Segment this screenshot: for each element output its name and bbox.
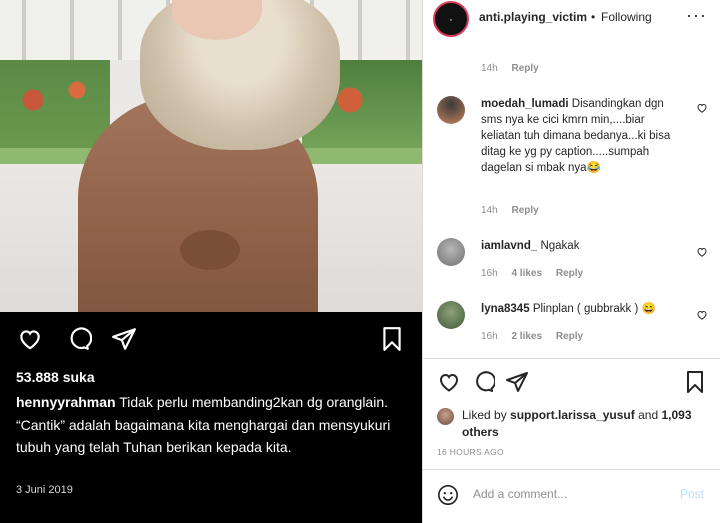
post-date: 3 Juni 2019 [16, 484, 73, 496]
header-separator: • [591, 10, 596, 24]
comment-item: lyna8345 Plinplan ( gubbrakk ) 😄 [437, 301, 707, 331]
comment-likes[interactable]: 4 likes [511, 268, 542, 279]
comment-time: 14h [481, 63, 498, 74]
comment-text: moedah_lumadi Disandingkan dgn sms nya k… [481, 98, 671, 174]
post-photo[interactable] [0, 0, 422, 312]
liker-avatar[interactable] [437, 408, 454, 425]
comment-meta: 14h Reply [481, 63, 550, 74]
heart-icon[interactable] [437, 370, 461, 394]
share-icon[interactable] [505, 370, 529, 394]
comment-like-icon[interactable] [696, 102, 708, 114]
commenter-username[interactable]: moedah_lumadi [481, 98, 569, 110]
reply-button[interactable]: Reply [511, 63, 538, 74]
commenter-avatar[interactable] [437, 301, 465, 329]
caption-username[interactable]: hennyyrahman [16, 394, 116, 410]
more-options-icon[interactable]: ··· [686, 5, 707, 26]
photo-figure-knot [180, 230, 240, 270]
comment-item: moedah_lumadi Disandingkan dgn sms nya k… [437, 96, 707, 206]
emoji-icon[interactable] [437, 484, 459, 506]
bookmark-icon[interactable] [378, 326, 406, 352]
post-button[interactable]: Post [680, 487, 704, 501]
comment-meta: 16h 2 likes Reply [481, 331, 594, 342]
comment-icon[interactable] [64, 326, 92, 352]
avatar-logo: ● [449, 16, 453, 22]
commenter-username[interactable]: iamlavnd_ [481, 240, 537, 252]
post-time-ago[interactable]: 16 HOURS AGO [437, 447, 504, 457]
comment-item: iamlavnd_ Ngakak [437, 238, 707, 268]
commenter-avatar[interactable] [437, 238, 465, 266]
instagram-embed-screenshot: 53.888 suka hennyyrahman Tidak perlu mem… [0, 0, 720, 523]
comment-time: 16h [481, 268, 498, 279]
comment-time: 16h [481, 331, 498, 342]
comments-column: ● anti.playing_victim • Following ··· 14… [422, 0, 720, 523]
comment-text: lyna8345 Plinplan ( gubbrakk ) 😄 [481, 303, 656, 315]
comment-icon[interactable] [471, 370, 495, 394]
post-media-area: 53.888 suka hennyyrahman Tidak perlu mem… [0, 0, 422, 523]
heart-icon[interactable] [16, 326, 44, 352]
commenter-avatar[interactable] [437, 96, 465, 124]
comment-input[interactable]: Add a comment... [473, 487, 567, 501]
liked-by-text: Liked by support.larissa_yusuf and 1,093… [462, 408, 692, 439]
account-avatar[interactable]: ● [433, 1, 469, 37]
comment-like-icon[interactable] [696, 309, 708, 321]
following-button[interactable]: Following [601, 10, 652, 24]
post-header: ● anti.playing_victim • Following ··· [423, 0, 720, 40]
commenter-username[interactable]: lyna8345 [481, 303, 530, 315]
share-icon[interactable] [110, 326, 138, 352]
post-caption: hennyyrahman Tidak perlu membanding2kan … [16, 391, 406, 459]
bookmark-icon[interactable] [683, 370, 707, 394]
comment-time: 14h [481, 205, 498, 216]
embedded-post-actions [16, 326, 406, 352]
add-comment-bar: Add a comment... Post [423, 470, 720, 523]
reply-button[interactable]: Reply [556, 268, 583, 279]
embedded-post-panel: 53.888 suka hennyyrahman Tidak perlu mem… [0, 312, 422, 523]
header-username[interactable]: anti.playing_victim [479, 10, 587, 24]
post-actions [437, 370, 713, 396]
comment-meta: 16h 4 likes Reply [481, 268, 594, 279]
divider [423, 358, 720, 359]
liker-username[interactable]: support.larissa_yusuf [510, 408, 635, 422]
comment-meta: 14h Reply [481, 205, 550, 216]
reply-button[interactable]: Reply [511, 205, 538, 216]
reply-button[interactable]: Reply [556, 331, 583, 342]
comment-like-icon[interactable] [696, 246, 708, 258]
comment-text: iamlavnd_ Ngakak [481, 240, 580, 252]
comment-likes[interactable]: 2 likes [511, 331, 542, 342]
likes-count[interactable]: 53.888 suka [16, 369, 95, 385]
